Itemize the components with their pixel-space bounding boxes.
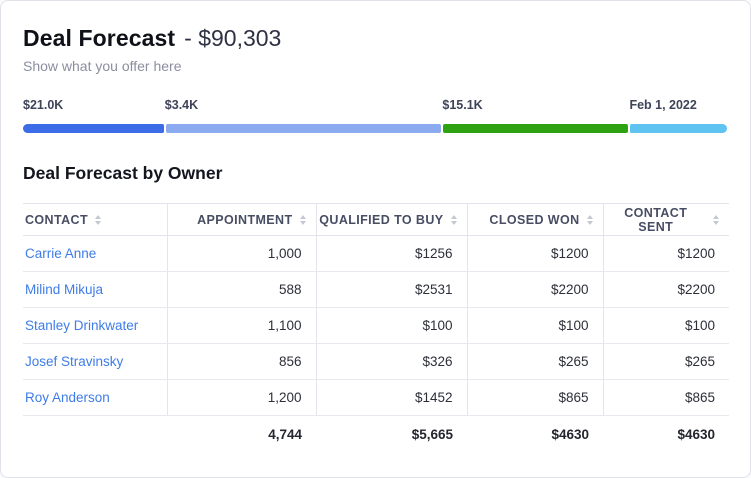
column-header-appointment[interactable]: APPOINTMENT xyxy=(167,204,316,236)
forecast-progress-bar: $21.0K $3.4K $15.1K Feb 1, 2022 xyxy=(23,98,727,133)
contact-link[interactable]: Roy Anderson xyxy=(25,390,110,405)
column-header-closed-won[interactable]: CLOSED WON xyxy=(467,204,603,236)
cell-value: 1,000 xyxy=(167,236,316,272)
cell-value: $1200 xyxy=(603,236,729,272)
page-subtitle: Show what you offer here xyxy=(23,58,727,74)
cell-value: $2200 xyxy=(603,272,729,308)
cell-value: $265 xyxy=(467,344,603,380)
column-header-label: CONTACT SENT xyxy=(606,206,707,234)
contact-link[interactable]: Carrie Anne xyxy=(25,246,96,261)
sort-icon xyxy=(587,215,593,225)
bar-segment-label-2: $15.1K xyxy=(442,98,482,112)
sort-icon xyxy=(451,215,457,225)
cell-value: $100 xyxy=(316,308,467,344)
contact-link[interactable]: Josef Stravinsky xyxy=(25,354,123,369)
totals-empty-cell xyxy=(23,416,167,453)
cell-value: $100 xyxy=(603,308,729,344)
cell-value: 856 xyxy=(167,344,316,380)
column-header-label: APPOINTMENT xyxy=(197,213,292,227)
page-header: Deal Forecast - $90,303 xyxy=(23,25,727,52)
deal-forecast-card: Deal Forecast - $90,303 Show what you of… xyxy=(0,0,751,478)
page-title: Deal Forecast xyxy=(23,25,175,52)
bar-track xyxy=(23,124,727,133)
forecast-total-amount: - $90,303 xyxy=(184,25,281,52)
table-header-row: CONTACT APPOINTMENT QUALIFIED TO BUY CLOSED… xyxy=(23,204,729,236)
totals-value: $4630 xyxy=(467,416,603,453)
bar-segment-label-1: $3.4K xyxy=(165,98,198,112)
cell-value: $865 xyxy=(603,380,729,416)
table-title: Deal Forecast by Owner xyxy=(23,163,727,184)
bar-segment-1[interactable] xyxy=(166,124,441,133)
column-header-contact-sent[interactable]: CONTACT SENT xyxy=(603,204,729,236)
column-header-label: CONTACT xyxy=(25,213,88,227)
totals-value: 4,744 xyxy=(167,416,316,453)
cell-value: $2200 xyxy=(467,272,603,308)
column-header-label: CLOSED WON xyxy=(489,213,579,227)
totals-value: $4630 xyxy=(603,416,729,453)
bar-segment-2[interactable] xyxy=(443,124,628,133)
cell-value: 1,200 xyxy=(167,380,316,416)
cell-value: $1452 xyxy=(316,380,467,416)
bar-segment-3[interactable] xyxy=(630,124,727,133)
table-row: Milind Mikuja588$2531$2200$2200 xyxy=(23,272,729,308)
cell-value: $1256 xyxy=(316,236,467,272)
bar-segment-label-0: $21.0K xyxy=(23,98,63,112)
cell-value: 588 xyxy=(167,272,316,308)
sort-icon xyxy=(300,215,306,225)
contact-link[interactable]: Stanley Drinkwater xyxy=(25,318,138,333)
cell-value: $326 xyxy=(316,344,467,380)
bar-labels: $21.0K $3.4K $15.1K Feb 1, 2022 xyxy=(23,98,727,113)
column-header-contact[interactable]: CONTACT xyxy=(23,204,167,236)
totals-value: $5,665 xyxy=(316,416,467,453)
column-header-label: QUALIFIED TO BUY xyxy=(319,213,443,227)
table-row: Roy Anderson1,200$1452$865$865 xyxy=(23,380,729,416)
column-header-qualified-to-buy[interactable]: QUALIFIED TO BUY xyxy=(316,204,467,236)
cell-value: 1,100 xyxy=(167,308,316,344)
cell-value: $265 xyxy=(603,344,729,380)
table-totals-row: 4,744$5,665$4630$4630 xyxy=(23,416,729,453)
cell-value: $100 xyxy=(467,308,603,344)
cell-value: $865 xyxy=(467,380,603,416)
table-row: Stanley Drinkwater1,100$100$100$100 xyxy=(23,308,729,344)
cell-value: $2531 xyxy=(316,272,467,308)
contact-link[interactable]: Milind Mikuja xyxy=(25,282,103,297)
bar-segment-0[interactable] xyxy=(23,124,164,133)
sort-icon xyxy=(95,215,101,225)
deal-forecast-table: CONTACT APPOINTMENT QUALIFIED TO BUY CLOSED… xyxy=(23,203,729,453)
cell-value: $1200 xyxy=(467,236,603,272)
table-row: Carrie Anne1,000$1256$1200$1200 xyxy=(23,236,729,272)
sort-icon xyxy=(713,215,719,225)
bar-segment-label-3: Feb 1, 2022 xyxy=(629,98,696,112)
table-row: Josef Stravinsky856$326$265$265 xyxy=(23,344,729,380)
